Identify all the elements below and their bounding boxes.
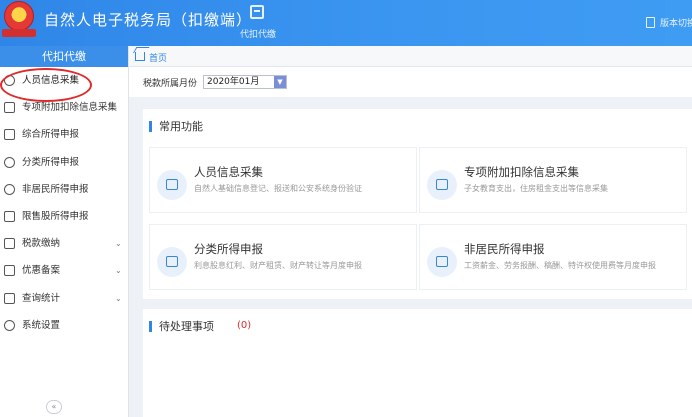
chevron-down-icon: ⌄ [115, 266, 122, 276]
app-title: 自然人电子税务局（扣缴端） [44, 11, 253, 29]
sidebar-item-comprehensive-income[interactable]: 综合所得申报 [0, 121, 128, 148]
func-card-title: 分类所得申报 [194, 242, 263, 256]
func-card-special-deduction[interactable]: 专项附加扣除信息采集 子女教育支出，住房租金支出等信息采集 [419, 147, 687, 213]
pending-items-title: 待处理事项 [149, 321, 214, 332]
sidebar-item-system-settings[interactable]: 系统设置 [0, 312, 128, 339]
func-card-nonresident-income[interactable]: 非居民所得申报 工资薪金、劳务报酬、稿酬、特许权使用费等月度申报 [419, 224, 687, 290]
sidebar-item-label: 查询统计 [22, 292, 61, 304]
sidebar-item-classified-income[interactable]: 分类所得申报 [0, 149, 128, 176]
tax-emblem-logo [4, 1, 34, 31]
sidebar-item-label: 专项附加扣除信息采集 [22, 102, 118, 114]
common-functions-title: 常用功能 [149, 121, 203, 132]
pending-items-count[interactable]: (0) [237, 320, 251, 331]
func-card-title: 人员信息采集 [194, 165, 263, 179]
sidebar-item-label: 系统设置 [22, 319, 61, 331]
search-list-icon [4, 292, 15, 304]
func-card-desc: 子女教育支出，住房租金支出等信息采集 [464, 184, 608, 193]
nav-tab-label: 代扣代缴 [239, 30, 276, 40]
tax-period-bar: 税款所属月份 2020年01月 ▼ [129, 67, 692, 97]
sidebar-item-query-stats[interactable]: 查询统计 ⌄ [0, 285, 128, 312]
pending-items-panel: 待处理事项 (0) [143, 309, 692, 417]
tax-period-label: 税款所属月份 [143, 79, 198, 89]
func-card-personnel-info[interactable]: 人员信息采集 自然人基础信息登记、报送和公安系统身份验证 [149, 147, 417, 213]
func-card-desc: 利息股息红利、财产租赁、财产转让等月度申报 [194, 261, 362, 270]
sidebar-item-label: 人员信息采集 [22, 75, 80, 86]
sidebar: 代扣代缴 人员信息采集 专项附加扣除信息采集 综合所得申报 分类所得申报 非居民… [0, 46, 129, 417]
sidebar-item-label: 非居民所得申报 [22, 183, 89, 195]
id-card-icon [157, 170, 187, 200]
app-header: 自然人电子税务局（扣缴端） 代扣代缴 版本切换 [0, 0, 692, 46]
folder-icon [4, 238, 15, 250]
func-card-title: 专项附加扣除信息采集 [464, 165, 579, 179]
tax-period-select[interactable]: 2020年01月 ▼ [203, 75, 287, 89]
breadcrumb: 首页 [129, 46, 692, 67]
gear-icon [4, 319, 15, 331]
nav-tab-withholding[interactable]: 代扣代缴 [226, 0, 290, 46]
breadcrumb-home-link[interactable]: 首页 [149, 51, 167, 64]
edit-icon [157, 247, 187, 277]
list-icon [4, 102, 15, 114]
sidebar-item-special-deduction[interactable]: 专项附加扣除信息采集 [0, 94, 128, 121]
chart-icon [4, 210, 15, 222]
tax-period-value: 2020年01月 [207, 77, 260, 87]
func-card-desc: 自然人基础信息登记、报送和公安系统身份验证 [194, 184, 362, 193]
sidebar-collapse-button[interactable]: « [46, 400, 62, 414]
func-card-title: 非居民所得申报 [464, 242, 545, 256]
calendar-icon [427, 170, 457, 200]
sidebar-item-restricted-shares[interactable]: 限售股所得申报 [0, 203, 128, 230]
edit-icon [427, 247, 457, 277]
home-icon[interactable] [135, 52, 145, 61]
emblem-ribbon [2, 29, 36, 37]
pie-icon [4, 156, 15, 168]
func-card-classified-income[interactable]: 分类所得申报 利息股息红利、财产租赁、财产转让等月度申报 [149, 224, 417, 290]
sidebar-item-label: 税款缴纳 [22, 238, 61, 250]
document-icon [4, 265, 15, 277]
sidebar-heading: 代扣代缴 [0, 46, 128, 67]
func-card-desc: 工资薪金、劳务报酬、稿酬、特许权使用费等月度申报 [464, 261, 656, 270]
layers-icon [4, 129, 15, 141]
dropdown-arrow-icon[interactable]: ▼ [274, 76, 286, 88]
person-icon [4, 75, 15, 86]
sidebar-item-label: 优惠备案 [22, 265, 61, 277]
sidebar-item-label: 综合所得申报 [22, 129, 80, 141]
chevron-down-icon: ⌄ [115, 239, 122, 249]
sidebar-item-personnel-info[interactable]: 人员信息采集 [0, 67, 128, 94]
version-switch-link[interactable]: 版本切换 [660, 16, 692, 29]
user-icon [4, 183, 15, 195]
chevron-down-icon: ⌄ [115, 293, 122, 303]
sidebar-item-nonresident-income[interactable]: 非居民所得申报 [0, 176, 128, 203]
document-icon[interactable] [646, 17, 655, 28]
sidebar-item-tax-payment[interactable]: 税款缴纳 ⌄ [0, 230, 128, 257]
sidebar-item-label: 限售股所得申报 [22, 210, 89, 222]
wallet-icon [250, 5, 264, 19]
sidebar-item-label: 分类所得申报 [22, 156, 80, 168]
common-functions-panel: 常用功能 人员信息采集 自然人基础信息登记、报送和公安系统身份验证 专项附加扣除… [143, 109, 692, 299]
sidebar-item-preferential-filing[interactable]: 优惠备案 ⌄ [0, 257, 128, 284]
